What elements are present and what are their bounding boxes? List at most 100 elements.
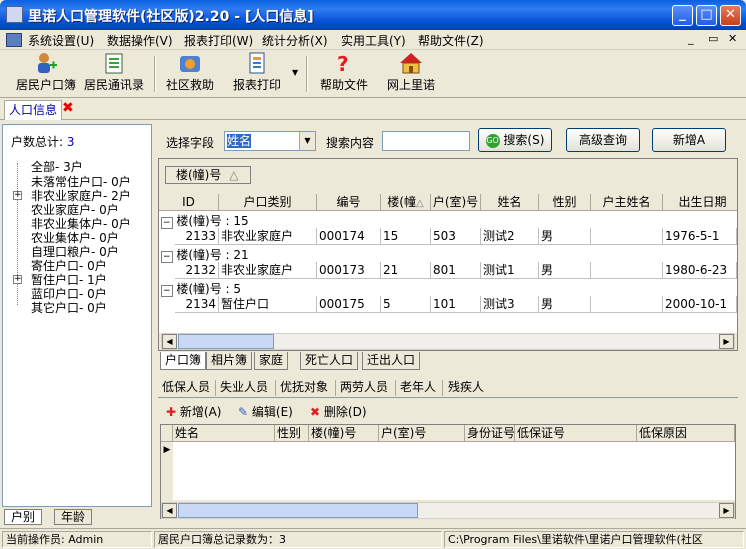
tab-household-book[interactable]: 户口簿 <box>160 352 207 370</box>
cell-head[interactable] <box>591 296 663 313</box>
menu-statistics[interactable]: 统计分析(X) <box>262 32 328 49</box>
column-header[interactable]: 姓名 <box>481 194 539 211</box>
report-print-button[interactable]: 报表打印 <box>230 52 284 96</box>
tab-family[interactable]: 家庭 <box>254 352 289 370</box>
cell-id[interactable]: 2132 <box>175 262 219 279</box>
column-header[interactable]: 出生日期 <box>663 194 737 211</box>
column-header[interactable]: 低保证号 <box>515 425 637 442</box>
column-header[interactable]: 户(室)号 <box>379 425 465 442</box>
dropdown-arrow-icon[interactable]: ▼ <box>292 68 298 77</box>
directory-button[interactable]: 居民通讯录 <box>82 52 146 96</box>
menu-data-operations[interactable]: 数据操作(V) <box>107 32 173 49</box>
cell-gender[interactable]: 男 <box>539 262 591 279</box>
menu-help[interactable]: 帮助文件(Z) <box>418 32 484 49</box>
tab-photo-book[interactable]: 相片簿 <box>206 352 253 370</box>
group-row[interactable]: − 楼(幢)号 : 5 <box>161 280 241 297</box>
column-header[interactable]: 户(室)号 <box>431 194 481 211</box>
cell-building[interactable]: 15 <box>381 228 431 245</box>
tab-disabled[interactable]: 残疾人 <box>448 378 484 396</box>
tab-unemployed[interactable]: 失业人员 <box>220 378 268 396</box>
scroll-right-icon[interactable]: ▶ <box>719 503 734 518</box>
mdi-restore-icon[interactable]: ▭ <box>708 32 718 45</box>
online-button[interactable]: 网上里诺 <box>384 52 438 96</box>
mdi-minimize-icon[interactable]: _ <box>688 32 694 45</box>
cell-id[interactable]: 2134 <box>175 296 219 313</box>
cell-birthdate[interactable]: 2000-10-1 <box>663 296 737 313</box>
search-button[interactable]: GO 搜索(S) <box>478 128 552 152</box>
group-row[interactable]: − 楼(幢)号 : 21 <box>161 246 249 263</box>
tab-low-income[interactable]: 低保人员 <box>162 378 210 396</box>
group-row[interactable]: − 楼(幢)号 : 15 <box>161 212 249 229</box>
cell-category[interactable]: 非农业家庭户 <box>219 262 317 279</box>
sub-edit-button[interactable]: ✎ 编辑(E) <box>238 403 293 420</box>
field-select[interactable]: 姓名 ▼ <box>224 131 316 151</box>
menu-report-print[interactable]: 报表打印(W) <box>184 32 253 49</box>
tab-age[interactable]: 年龄 <box>54 509 93 525</box>
cell-number[interactable]: 000173 <box>317 262 381 279</box>
cell-gender[interactable]: 男 <box>539 296 591 313</box>
column-header[interactable]: 编号 <box>317 194 381 211</box>
scroll-left-icon[interactable]: ◀ <box>162 334 177 349</box>
column-header[interactable]: 低保原因 <box>637 425 735 442</box>
tab-labor-reform[interactable]: 两劳人员 <box>340 378 388 396</box>
cell-building[interactable]: 5 <box>381 296 431 313</box>
expand-icon[interactable]: + <box>13 275 22 284</box>
cell-number[interactable]: 000175 <box>317 296 381 313</box>
community-relief-button[interactable]: 社区救助 <box>164 52 216 96</box>
mdi-close-icon[interactable]: ✕ <box>728 32 737 45</box>
tab-elderly[interactable]: 老年人 <box>400 378 436 396</box>
cell-head[interactable] <box>591 262 663 279</box>
cell-name[interactable]: 测试3 <box>481 296 539 313</box>
tree-item[interactable]: 其它户口- 0户 <box>31 299 107 316</box>
scroll-thumb[interactable] <box>178 503 418 518</box>
column-header[interactable]: ID <box>159 194 219 211</box>
horizontal-scrollbar[interactable]: ◀ ▶ <box>161 333 735 350</box>
tab-special-care[interactable]: 优抚对象 <box>280 378 328 396</box>
column-header[interactable]: 身份证号 <box>465 425 515 442</box>
cell-name[interactable]: 测试2 <box>481 228 539 245</box>
sub-horizontal-scrollbar[interactable]: ◀ ▶ <box>161 502 735 519</box>
cell-gender[interactable]: 男 <box>539 228 591 245</box>
close-tab-icon[interactable]: ✖ <box>62 100 74 116</box>
sub-delete-button[interactable]: ✖ 删除(D) <box>310 403 367 420</box>
column-header[interactable]: 性别 <box>275 425 309 442</box>
add-button[interactable]: 新增A <box>652 128 726 152</box>
cell-number[interactable]: 000174 <box>317 228 381 245</box>
column-header[interactable]: 户口类别 <box>219 194 317 211</box>
column-header[interactable]: 姓名 <box>173 425 275 442</box>
menu-system-settings[interactable]: 系统设置(U) <box>28 32 94 49</box>
cell-id[interactable]: 2133 <box>175 228 219 245</box>
cell-name[interactable]: 测试1 <box>481 262 539 279</box>
tab-household-type[interactable]: 户别 <box>4 509 43 525</box>
residents-button[interactable]: 居民户口簿 <box>14 52 78 96</box>
search-input[interactable] <box>382 131 470 151</box>
scroll-right-icon[interactable]: ▶ <box>719 334 734 349</box>
dropdown-arrow-icon[interactable]: ▼ <box>299 132 315 150</box>
scroll-left-icon[interactable]: ◀ <box>162 503 177 518</box>
help-button[interactable]: ? 帮助文件 <box>318 52 370 96</box>
tab-population-info[interactable]: 人口信息 <box>4 100 63 120</box>
minimize-button[interactable]: _ <box>672 5 693 26</box>
tab-deceased[interactable]: 死亡人口 <box>300 352 359 370</box>
maximize-button[interactable]: □ <box>696 5 717 26</box>
group-by-chip[interactable]: 楼(幢)号 △ <box>165 166 251 184</box>
sub-add-button[interactable]: ✚ 新增(A) <box>166 403 221 420</box>
column-header[interactable]: 楼(幢)号 <box>309 425 379 442</box>
menu-utilities[interactable]: 实用工具(Y) <box>341 32 406 49</box>
cell-birthdate[interactable]: 1976-5-1 <box>663 228 737 245</box>
cell-birthdate[interactable]: 1980-6-23 <box>663 262 737 279</box>
cell-category[interactable]: 非农业家庭户 <box>219 228 317 245</box>
column-header[interactable]: 户主姓名 <box>591 194 663 211</box>
tab-moved-out[interactable]: 迁出人口 <box>362 352 421 370</box>
cell-category[interactable]: 暂住户口 <box>219 296 317 313</box>
cell-building[interactable]: 21 <box>381 262 431 279</box>
cell-room[interactable]: 101 <box>431 296 481 313</box>
close-button[interactable]: ✕ <box>720 5 741 26</box>
column-header[interactable]: 性别 <box>539 194 591 211</box>
advanced-search-button[interactable]: 高级查询 <box>566 128 640 152</box>
cell-room[interactable]: 801 <box>431 262 481 279</box>
expand-icon[interactable]: + <box>13 191 22 200</box>
scroll-thumb[interactable] <box>178 334 274 349</box>
cell-head[interactable] <box>591 228 663 245</box>
cell-room[interactable]: 503 <box>431 228 481 245</box>
